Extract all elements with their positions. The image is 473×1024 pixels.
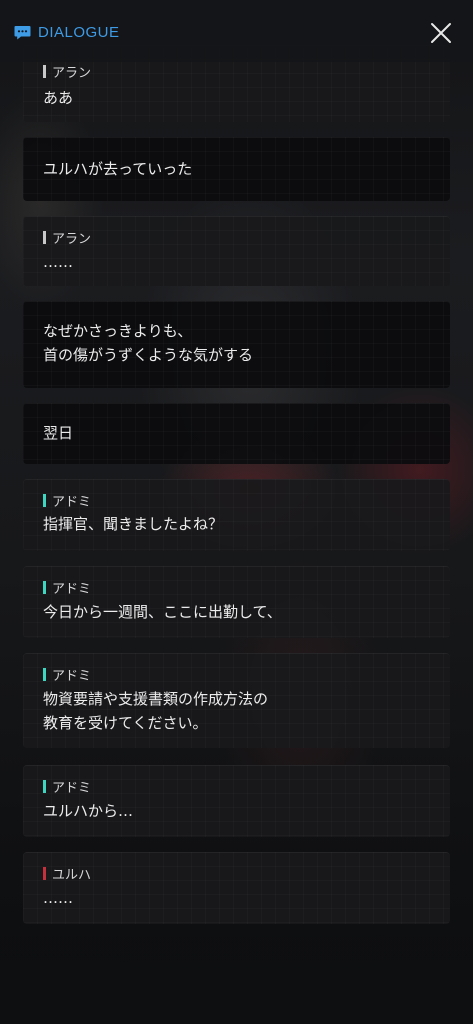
speaker-bar	[43, 668, 46, 681]
narration-text: 翌日	[43, 424, 74, 442]
speaker-name: アドミ	[52, 669, 92, 684]
dialogue-text: ……	[43, 889, 73, 907]
speaker-name: アドミ	[52, 495, 92, 510]
narration-text: なぜかさっきよりも、 首の傷がうずくような気がする	[43, 322, 254, 364]
dialogue-entry: アドミ ユルハから…	[23, 765, 450, 837]
speaker-label: アラン	[43, 228, 91, 247]
speaker-name: アドミ	[52, 582, 92, 597]
speaker-label: アドミ	[43, 777, 91, 796]
dialogue-entry: アドミ 指揮官、聞きましたよね？	[23, 479, 450, 551]
speaker-label: アラン	[43, 62, 91, 81]
narration-entry: なぜかさっきよりも、 首の傷がうずくような気がする	[23, 301, 450, 388]
dialogue-title-text: DIALOGUE	[38, 23, 120, 41]
speaker-name: アラン	[52, 232, 92, 247]
close-button[interactable]	[424, 16, 458, 50]
speaker-label: アドミ	[43, 578, 91, 597]
speaker-bar	[43, 581, 46, 594]
speaker-bar	[43, 65, 46, 78]
narration-entry: ユルハが去っていった	[23, 137, 450, 201]
speaker-name: アラン	[52, 66, 92, 81]
speaker-bar	[43, 780, 46, 793]
dialogue-header: DIALOGUE	[0, 0, 473, 62]
dialogue-entry: アラン ……	[23, 216, 450, 286]
dialogue-title: DIALOGUE	[14, 22, 120, 42]
speaker-bar	[43, 494, 46, 507]
chat-bubble-icon	[14, 25, 31, 39]
dialogue-entry: アドミ 物資要請や支援書類の作成方法の 教育を受けてください。	[23, 653, 450, 748]
dialogue-entry: アドミ 今日から一週間、ここに出勤して、	[23, 566, 450, 638]
dialogue-text: ……	[43, 253, 73, 271]
dialogue-entry: ユルハ ……	[23, 852, 450, 924]
speaker-label: アドミ	[43, 491, 91, 510]
close-icon	[431, 23, 451, 43]
dialogue-text: ユルハから…	[43, 802, 134, 820]
speaker-name: ユルハ	[52, 868, 92, 883]
dialogue-text: 物資要請や支援書類の作成方法の 教育を受けてください。	[43, 690, 269, 732]
dialogue-text: 今日から一週間、ここに出勤して、	[43, 603, 282, 621]
narration-entry: 翌日	[23, 403, 450, 464]
speaker-name: アドミ	[52, 781, 92, 796]
speaker-label: アドミ	[43, 665, 91, 684]
speaker-bar	[43, 867, 46, 880]
narration-text: ユルハが去っていった	[43, 160, 193, 178]
speaker-bar	[43, 231, 46, 244]
speaker-label: ユルハ	[43, 864, 91, 883]
dialogue-text: 指揮官、聞きましたよね？	[43, 515, 224, 533]
dialogue-text: ああ	[43, 89, 74, 107]
